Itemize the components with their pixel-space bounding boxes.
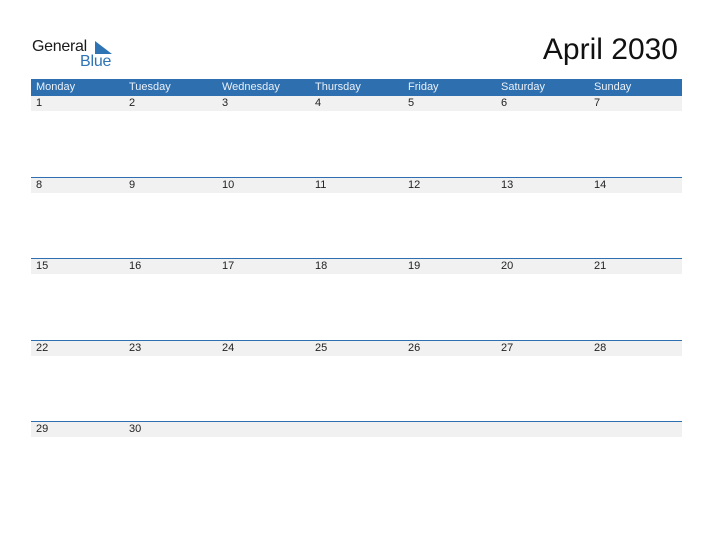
- day-cell: [403, 422, 496, 437]
- day-cell: 10: [222, 178, 235, 191]
- day-cell: 19: [408, 260, 421, 272]
- day-cell: [217, 422, 310, 437]
- day-cell: 28: [594, 341, 607, 354]
- day-cell: 12: [408, 178, 421, 191]
- day-cell: 1: [36, 97, 43, 109]
- day-cell: 9: [129, 178, 136, 191]
- date-number-row: 22 23 24 25 26 27 28: [31, 340, 682, 356]
- logo: General Blue: [32, 38, 122, 72]
- day-cell: [589, 422, 682, 437]
- calendar-grid: Monday Tuesday Wednesday Thursday Friday Satu…: [31, 79, 682, 503]
- day-cell: 23: [129, 341, 142, 354]
- weekday-header-wednesday: Wednesday: [222, 81, 280, 93]
- day-cell: 3: [222, 97, 229, 109]
- day-cell: 11: [315, 178, 327, 191]
- weekday-header-friday: Friday: [408, 81, 439, 93]
- week-row: 15 16 17 18 19 20 21: [31, 258, 682, 340]
- day-cell: 26: [408, 341, 421, 354]
- day-cell: 7: [594, 97, 601, 109]
- date-number-row: 29 30: [31, 422, 682, 437]
- logo-text-blue: Blue: [80, 53, 112, 70]
- day-cell: 20: [501, 260, 514, 272]
- weekday-header-sunday: Sunday: [594, 81, 632, 93]
- week-row: 8 9 10 11 12 13 14: [31, 176, 682, 259]
- week-row: 22 23 24 25 26 27 28: [31, 339, 682, 422]
- day-cell: 25: [315, 341, 328, 354]
- day-cell: 14: [594, 178, 607, 191]
- weekday-header-monday: Monday: [36, 81, 76, 93]
- week-row: 29 30: [31, 421, 682, 503]
- day-cell: 16: [129, 260, 142, 272]
- weekday-header-row: Monday Tuesday Wednesday Thursday Friday Satu…: [31, 79, 682, 96]
- week-row: 1 2 3 4 5 6 7: [31, 96, 682, 177]
- weekday-header-thursday: Thursday: [315, 81, 361, 93]
- day-cell: 6: [501, 97, 508, 109]
- day-cell: 8: [36, 178, 43, 191]
- day-cell: [496, 422, 589, 437]
- day-cell: 27: [501, 341, 514, 354]
- day-cell: [310, 422, 403, 437]
- logo-text-general: General: [32, 38, 87, 55]
- day-cell: 5: [408, 97, 415, 109]
- day-cell: 24: [222, 341, 235, 354]
- weekday-header-tuesday: Tuesday: [129, 81, 171, 93]
- day-cell: 29: [36, 423, 49, 435]
- day-cell: 13: [501, 178, 514, 191]
- page-title: April 2030: [542, 33, 678, 66]
- date-number-row: 1 2 3 4 5 6 7: [31, 96, 682, 111]
- day-cell: 15: [36, 260, 49, 272]
- day-cell: 21: [594, 260, 607, 272]
- day-cell: 17: [222, 260, 235, 272]
- day-cell: 18: [315, 260, 328, 272]
- day-cell: 22: [36, 341, 49, 354]
- day-cell: 30: [129, 423, 142, 435]
- date-number-row: 8 9 10 11 12 13 14: [31, 177, 682, 193]
- day-cell: 4: [315, 97, 322, 109]
- date-number-row: 15 16 17 18 19 20 21: [31, 259, 682, 274]
- day-cell: 2: [129, 97, 136, 109]
- weekday-header-saturday: Saturday: [501, 81, 546, 93]
